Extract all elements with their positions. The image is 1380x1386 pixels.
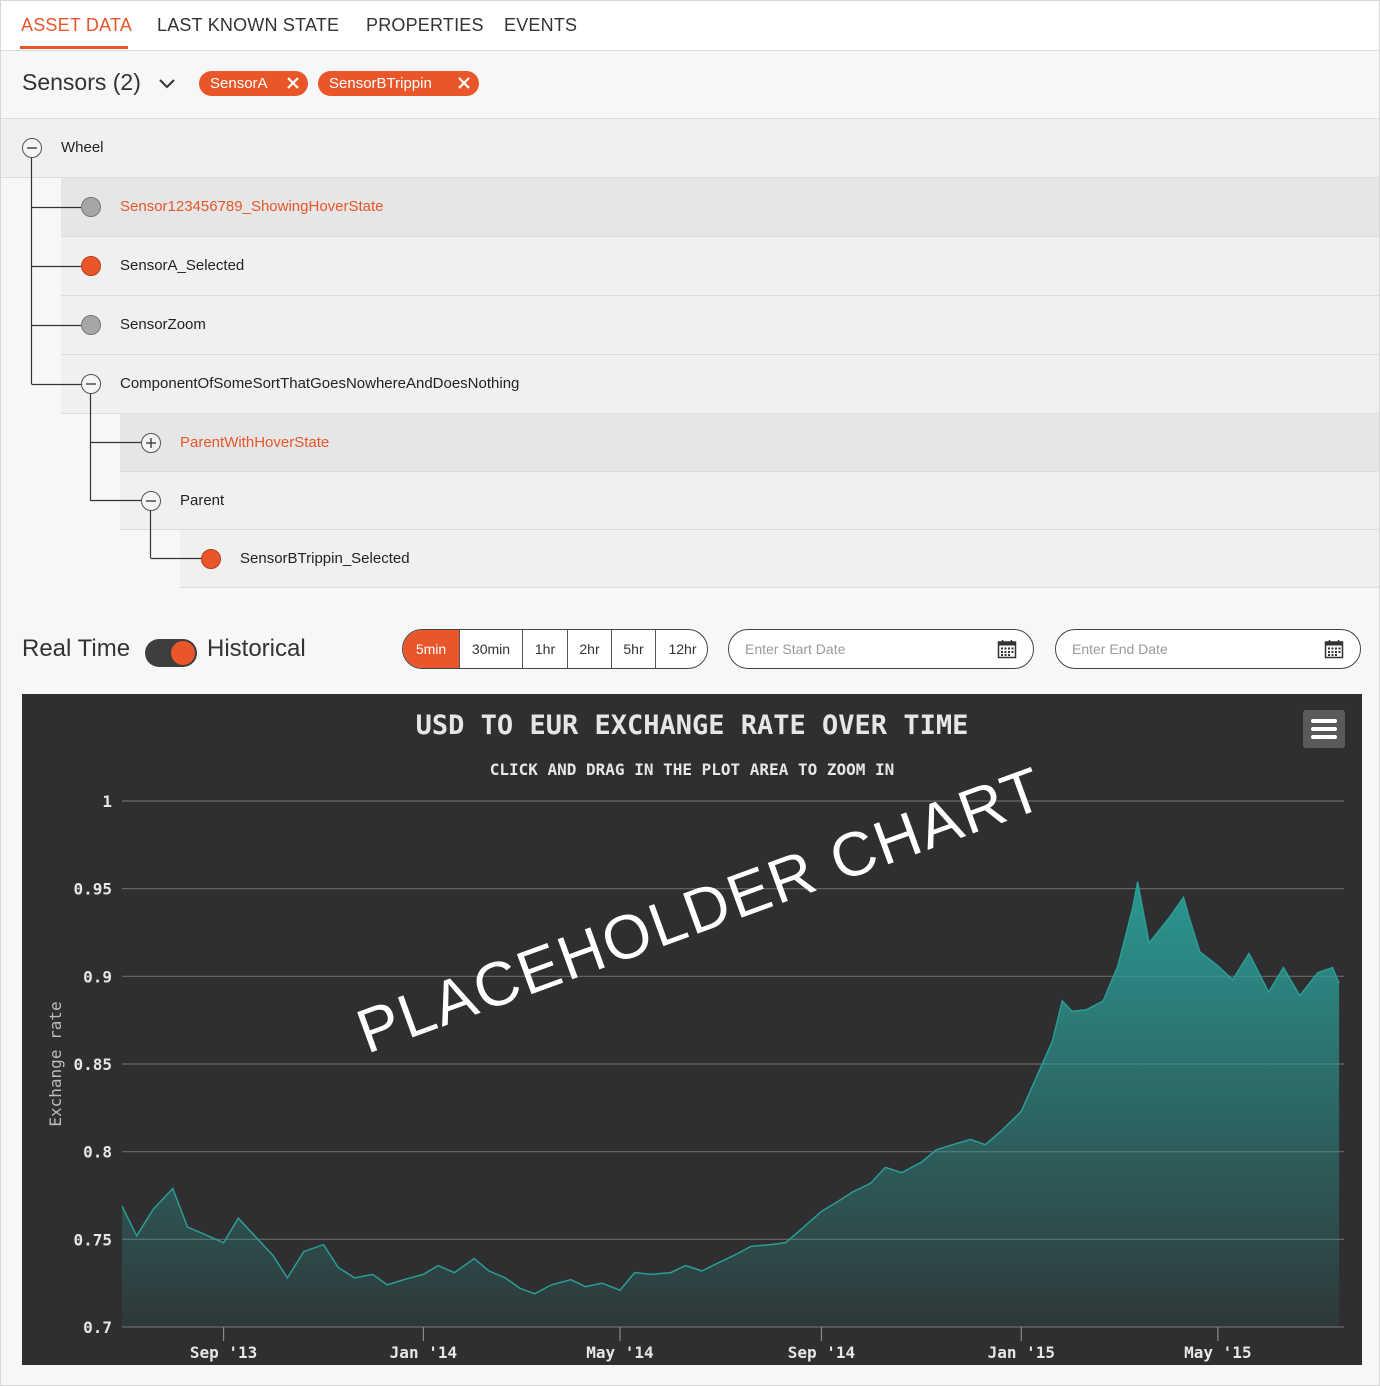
chart-menu-button[interactable] — [1303, 710, 1345, 748]
calendar-icon[interactable] — [1324, 639, 1344, 659]
realtime-label: Real Time — [22, 635, 131, 662]
y-tick-label: 0.75 — [73, 1230, 112, 1249]
sensor-selected-icon — [201, 549, 221, 569]
historical-label: Historical — [207, 635, 306, 662]
chart-title: USD TO EUR EXCHANGE RATE OVER TIME — [416, 710, 969, 741]
interval-button-30min[interactable]: 30min — [459, 630, 522, 668]
y-axis-label: Exchange rate — [46, 1001, 65, 1126]
end-date-field — [1055, 629, 1361, 669]
x-tick-label: May '14 — [586, 1343, 653, 1362]
tree-row-parent[interactable]: Parent — [120, 472, 1379, 530]
sensor-status-icon — [81, 315, 101, 335]
menu-bar — [1311, 719, 1337, 723]
y-tick-label: 0.7 — [83, 1318, 112, 1337]
tree-row-parent-hover[interactable]: ParentWithHoverState — [120, 414, 1379, 472]
collapse-icon[interactable] — [81, 374, 101, 394]
tab-asset-data[interactable]: ASSET DATA — [21, 15, 132, 36]
tab-bar: ASSET DATA LAST KNOWN STATE PROPERTIES E… — [1, 1, 1379, 51]
y-tick-label: 0.95 — [73, 880, 112, 899]
sensors-title: Sensors (2) — [22, 69, 141, 95]
series-area — [122, 881, 1340, 1327]
sensor-chip-label: SensorBTrippin — [329, 75, 432, 92]
interval-button-5hr[interactable]: 5hr — [611, 630, 655, 668]
tab-events[interactable]: EVENTS — [504, 15, 577, 36]
tab-last-known-state[interactable]: LAST KNOWN STATE — [157, 15, 339, 36]
sensor-chip: SensorBTrippin — [318, 71, 479, 96]
tab-properties[interactable]: PROPERTIES — [366, 15, 484, 36]
start-date-field — [728, 629, 1034, 669]
interval-button-12hr[interactable]: 12hr — [655, 630, 707, 668]
chart-subtitle: CLICK AND DRAG IN THE PLOT AREA TO ZOOM … — [490, 760, 895, 779]
x-tick-label: Sep '13 — [190, 1343, 257, 1362]
expand-icon[interactable] — [141, 433, 161, 453]
chart-controls: Real Time Historical 5min 30min 1hr 2hr … — [1, 606, 1379, 686]
asset-tree: Wheel Sensor123456789_ShowingHoverState … — [1, 119, 1379, 589]
interval-selector: 5min 30min 1hr 2hr 5hr 12hr — [402, 629, 708, 669]
end-date-input[interactable] — [1072, 639, 1312, 659]
tree-row-sensor-b[interactable]: SensorBTrippin_Selected — [180, 530, 1379, 588]
menu-bar — [1311, 727, 1337, 731]
x-tick-label: May '15 — [1184, 1343, 1251, 1362]
mode-toggle[interactable] — [145, 639, 197, 667]
sensor-status-icon — [81, 197, 101, 217]
interval-button-5min[interactable]: 5min — [403, 630, 459, 668]
x-tick-label: Jan '15 — [988, 1343, 1055, 1362]
toggle-knob — [171, 641, 195, 665]
collapse-icon[interactable] — [141, 491, 161, 511]
x-tick-label: Jan '14 — [390, 1343, 457, 1362]
menu-bar — [1311, 735, 1337, 739]
tree-connectors — [30, 158, 201, 560]
chart-canvas[interactable]: 0.7 0.75 0.8 0.85 0.9 0.95 1 Sep '13 Jan '14 May … — [22, 694, 1362, 1365]
sensor-chip-label: SensorA — [210, 75, 268, 92]
y-tick-label: 1 — [102, 792, 112, 811]
tree-row-label: SensorBTrippin_Selected — [240, 550, 410, 567]
y-tick-label: 0.8 — [83, 1143, 112, 1162]
close-icon[interactable] — [457, 76, 471, 90]
exchange-rate-chart[interactable]: 0.7 0.75 0.8 0.85 0.9 0.95 1 Sep '13 Jan '14 May … — [22, 694, 1362, 1365]
start-date-input[interactable] — [745, 639, 985, 659]
active-tab-indicator — [20, 46, 128, 49]
interval-button-2hr[interactable]: 2hr — [567, 630, 611, 668]
y-tick-label: 0.85 — [73, 1055, 112, 1074]
close-icon[interactable] — [286, 76, 300, 90]
y-tick-label: 0.9 — [83, 967, 112, 986]
sensor-chip: SensorA — [199, 71, 308, 96]
sensors-header: Sensors (2) SensorA SensorBTrippin — [1, 51, 1379, 119]
chevron-down-icon[interactable] — [157, 73, 177, 93]
interval-button-1hr[interactable]: 1hr — [522, 630, 567, 668]
collapse-icon[interactable] — [22, 138, 42, 158]
x-tick-label: Sep '14 — [788, 1343, 855, 1362]
sensor-selected-icon — [81, 256, 101, 276]
calendar-icon[interactable] — [997, 639, 1017, 659]
app-frame: ASSET DATA LAST KNOWN STATE PROPERTIES E… — [0, 0, 1380, 1386]
